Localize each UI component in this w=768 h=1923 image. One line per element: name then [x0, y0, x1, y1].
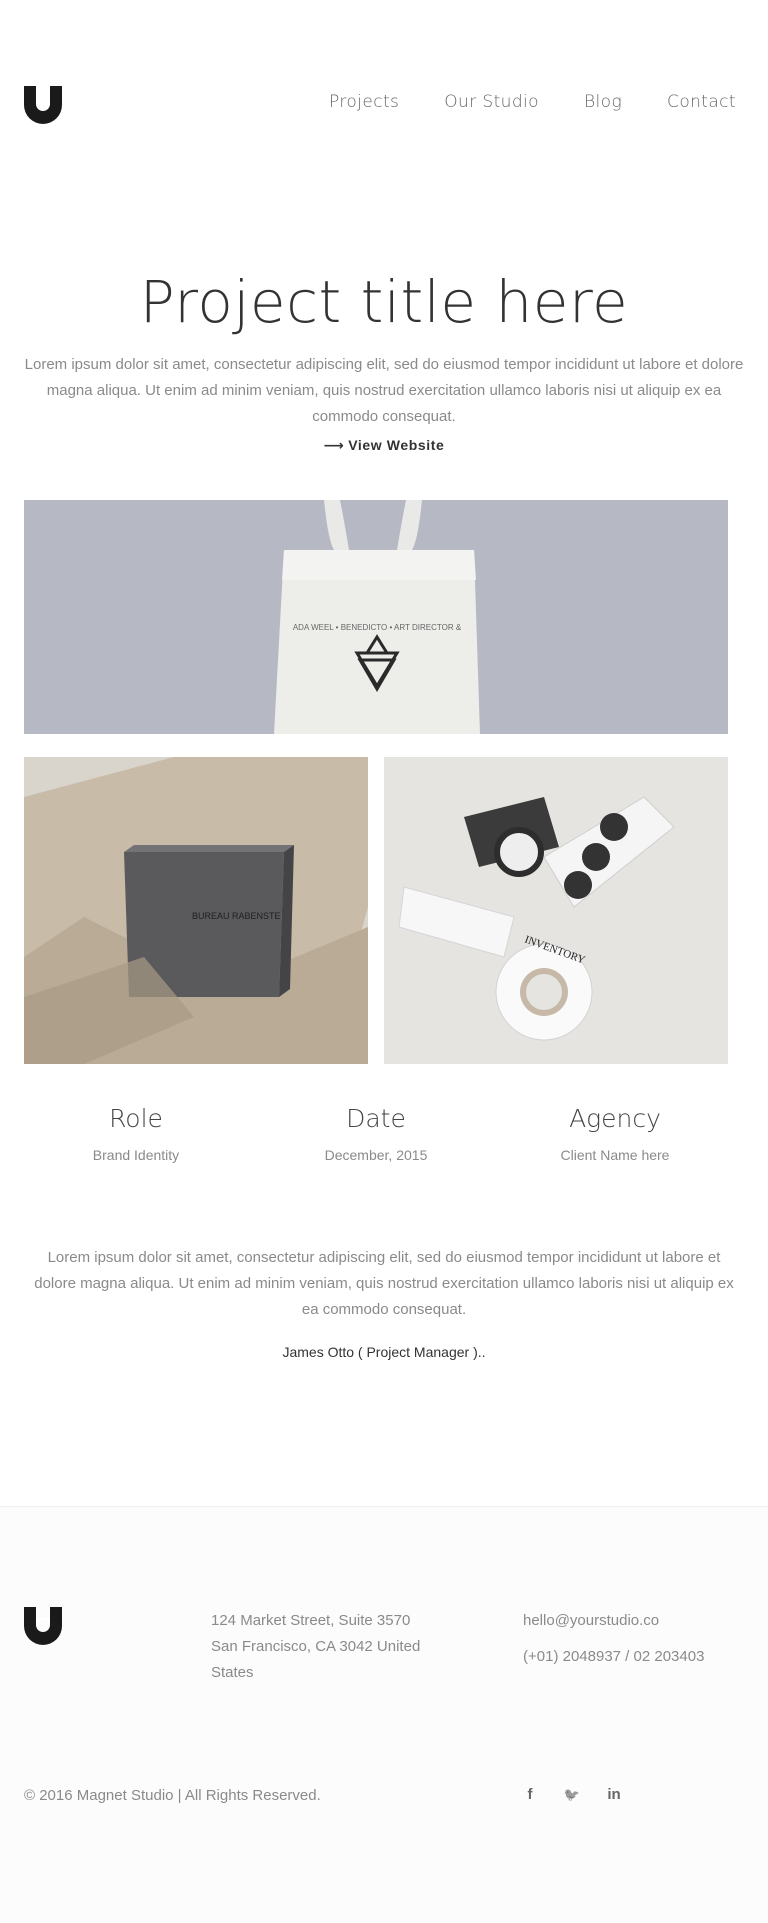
page-title: Project title here: [139, 268, 629, 336]
footer-contact: hello@yourstudio.co (+01) 2048937 / 02 2…: [523, 1608, 723, 1670]
address-line-2: San Francisco, CA 3042 United States: [211, 1638, 421, 1681]
role-heading: Role: [109, 1104, 163, 1133]
agency-info: Agency Client Name here: [500, 1104, 730, 1163]
arrow-right-icon: ⟶: [323, 437, 345, 453]
linkedin-icon[interactable]: in: [604, 1786, 624, 1803]
project-description: Lorem ipsum dolor sit amet, consectetur …: [34, 1249, 734, 1318]
box-label: BUREAU RABENSTE: [192, 911, 281, 921]
tote-print: ADA WEEL • BENEDICTO • ART DIRECTOR &: [293, 623, 462, 632]
agency-value: Client Name here: [560, 1147, 670, 1163]
nav-item-projects[interactable]: Projects: [329, 92, 399, 112]
agency-heading: Agency: [569, 1104, 661, 1133]
project-intro: Lorem ipsum dolor sit amet, consectetur …: [24, 356, 744, 425]
footer-email[interactable]: hello@yourstudio.co: [523, 1608, 723, 1634]
nav-item-contact[interactable]: Contact: [667, 92, 736, 112]
address-line-1: 124 Market Street, Suite 3570: [211, 1612, 411, 1629]
testimonial-author: James Otto ( Project Manager )..: [282, 1344, 486, 1360]
date-value: December, 2015: [324, 1147, 428, 1163]
date-heading: Date: [346, 1104, 406, 1133]
date-info: Date December, 2015: [261, 1104, 491, 1163]
role-info: Role Brand Identity: [21, 1104, 251, 1163]
logo[interactable]: [24, 86, 62, 124]
magnet-logo-icon: [24, 86, 62, 124]
footer: [0, 1507, 768, 1923]
social-links: f 🐦 in: [520, 1786, 624, 1803]
view-website-link[interactable]: ⟶ View Website: [0, 437, 768, 454]
business-card-box-image: BUREAU RABENSTE: [24, 757, 368, 1064]
footer-address: 124 Market Street, Suite 3570 San Franci…: [211, 1608, 451, 1686]
nav-item-blog[interactable]: Blog: [584, 92, 622, 112]
footer-phone: (+01) 2048937 / 02 203403: [523, 1648, 705, 1665]
tote-bag-image: ADA WEEL • BENEDICTO • ART DIRECTOR &: [24, 500, 728, 734]
facebook-icon[interactable]: f: [520, 1786, 540, 1803]
role-value: Brand Identity: [92, 1147, 180, 1163]
main-nav: Projects Our Studio Blog Contact: [329, 92, 736, 112]
nav-item-our-studio[interactable]: Our Studio: [444, 92, 539, 112]
twitter-icon[interactable]: 🐦: [562, 1787, 582, 1803]
copyright: © 2016 Magnet Studio | All Rights Reserv…: [24, 1787, 321, 1804]
sticker-tape-image: INVENTORY: [384, 757, 728, 1064]
footer-logo[interactable]: [24, 1607, 62, 1645]
magnet-logo-icon: [24, 1607, 62, 1645]
view-website-label: View Website: [348, 437, 445, 453]
